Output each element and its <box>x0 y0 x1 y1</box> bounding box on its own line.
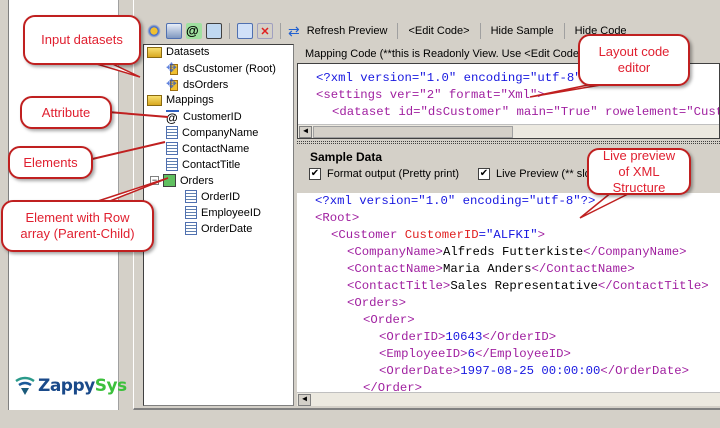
node-label: Orders <box>180 174 214 187</box>
horizontal-scrollbar[interactable]: ◀ <box>298 124 719 138</box>
scroll-left-icon[interactable]: ◀ <box>298 394 311 406</box>
xml-line: <CompanyName>Alfreds Futterkiste</Compan… <box>347 245 687 259</box>
toolbar: @ ✕ ⇄ Refresh Preview <Edit Code> Hide S… <box>146 21 630 41</box>
xml-line: <ContactName>Maria Anders</ContactName> <box>347 262 635 276</box>
delete-icon[interactable]: ✕ <box>257 23 273 39</box>
tree-node-orderdate[interactable]: OrderDate <box>185 222 252 235</box>
edit-code-button[interactable]: <Edit Code> <box>405 25 472 37</box>
callout-live-preview: Live preview of XML Structure <box>587 148 691 195</box>
toolbar-separator <box>229 23 230 39</box>
live-preview-checkbox[interactable]: ✔ Live Preview (** slow <box>478 168 599 180</box>
refresh-preview-button[interactable]: Refresh Preview <box>304 25 391 37</box>
xml-line: <OrderDate>1997-08-25 00:00:00</OrderDat… <box>379 364 689 378</box>
node-label: CompanyName <box>182 126 259 139</box>
xml-line: <ContactTitle>Sales Representative</Cont… <box>347 279 709 293</box>
refresh-icon: ⇄ <box>288 22 300 39</box>
callout-input-datasets: Input datasets <box>23 15 141 65</box>
xml-line: <?xml version="1.0" encoding="utf-8"?> <box>315 194 596 208</box>
node-label: dsOrders <box>183 78 229 91</box>
callout-elements: Elements <box>8 146 93 179</box>
xml-line: <Customer CustomerID="ALFKI"> <box>331 228 546 242</box>
tree-node-dsorders[interactable]: dsOrders <box>166 76 229 92</box>
dataset-icon <box>166 76 179 92</box>
tree-node-orderid[interactable]: OrderID <box>185 190 240 203</box>
node-label: OrderDate <box>201 222 253 235</box>
toolbar-separator <box>280 23 281 39</box>
toolbar-separator <box>397 23 399 39</box>
add-attribute-icon[interactable]: @ <box>186 23 202 39</box>
toolbar-separator <box>563 23 565 39</box>
element-icon <box>166 126 178 139</box>
logo-text-sys: Sys <box>94 376 127 396</box>
element-icon <box>185 222 197 235</box>
add-dataset-icon[interactable] <box>146 23 162 39</box>
element-icon <box>166 158 178 171</box>
tree-node-contactname[interactable]: ContactName <box>166 142 249 155</box>
tree-node-employeeid[interactable]: EmployeeID <box>185 206 261 219</box>
node-label: Datasets <box>166 46 210 58</box>
format-output-checkbox[interactable]: ✔ Format output (Pretty print) <box>309 168 459 180</box>
horizontal-scrollbar[interactable]: ◀ <box>297 392 720 406</box>
xml-line: <OrderID>10643</OrderID> <box>379 330 557 344</box>
add-element-icon[interactable] <box>166 23 182 39</box>
folder-icon <box>147 46 162 58</box>
xml-line: <Orders> <box>347 296 407 310</box>
scroll-left-icon[interactable]: ◀ <box>299 126 312 138</box>
tree-node-customerid[interactable]: @ CustomerID <box>166 110 242 125</box>
mapping-tree: Datasets dsCustomer (Root) dsOrders Mapp… <box>143 44 294 406</box>
node-label: OrderID <box>201 190 241 203</box>
folder-icon <box>147 94 162 106</box>
node-label: Mappings <box>166 94 214 106</box>
checkmark-icon: ✔ <box>309 168 321 180</box>
splitter[interactable] <box>297 141 720 144</box>
callout-row-array: Element with Row array (Parent-Child) <box>1 200 154 252</box>
edit-icon[interactable] <box>237 23 253 39</box>
element-icon <box>166 142 178 155</box>
node-label: EmployeeID <box>201 206 261 219</box>
xml-line: <Root> <box>315 211 360 225</box>
checkbox-label: Live Preview (** slow <box>496 168 599 180</box>
node-label: ContactTitle <box>182 158 241 171</box>
mapping-code-label: Mapping Code (**this is Readonly View. U… <box>305 48 586 60</box>
tree-node-datasets[interactable]: Datasets <box>147 46 209 58</box>
sample-data-title: Sample Data <box>310 150 383 164</box>
checkmark-icon: ✔ <box>478 168 490 180</box>
collapse-icon[interactable]: − <box>150 176 159 185</box>
xml-line: <EmployeeID>6</EmployeeID> <box>379 347 571 361</box>
node-label: ContactName <box>182 142 250 155</box>
callout-layout-editor: Layout code editor <box>578 34 690 86</box>
code-line: <settings ver="2" format="Xml"> <box>316 88 545 102</box>
element-icon <box>185 190 197 203</box>
zappysys-logo: Zappy Sys <box>14 376 127 396</box>
wifi-logo-icon <box>15 376 35 395</box>
tree-node-companyname[interactable]: CompanyName <box>166 126 258 139</box>
hide-sample-button[interactable]: Hide Sample <box>488 25 557 37</box>
row-array-icon <box>163 174 176 187</box>
checkbox-label: Format output (Pretty print) <box>327 168 460 180</box>
logo-text-zappy: Zappy <box>38 376 95 396</box>
element-icon <box>185 206 197 219</box>
xml-line: <Order> <box>363 313 415 327</box>
tree-node-orders[interactable]: − Orders <box>150 174 214 187</box>
callout-attribute: Attribute <box>20 96 112 129</box>
scrollbar-thumb[interactable] <box>313 126 513 138</box>
tree-node-dscustomer[interactable]: dsCustomer (Root) <box>166 60 276 76</box>
xml-preview[interactable]: <?xml version="1.0" encoding="utf-8"?> <… <box>297 193 720 406</box>
tree-node-contacttitle[interactable]: ContactTitle <box>166 158 240 171</box>
code-line: <dataset id="dsCustomer" main="True" row… <box>332 105 720 119</box>
toolbar-separator <box>479 23 481 39</box>
dataset-icon <box>166 60 179 76</box>
node-label: dsCustomer (Root) <box>183 62 276 75</box>
add-array-icon[interactable] <box>206 23 222 39</box>
code-line: <?xml version="1.0" encoding="utf-8"?> <box>316 71 597 85</box>
tree-node-mappings[interactable]: Mappings <box>147 94 214 106</box>
attribute-icon: @ <box>166 110 179 125</box>
node-label: CustomerID <box>183 110 242 123</box>
